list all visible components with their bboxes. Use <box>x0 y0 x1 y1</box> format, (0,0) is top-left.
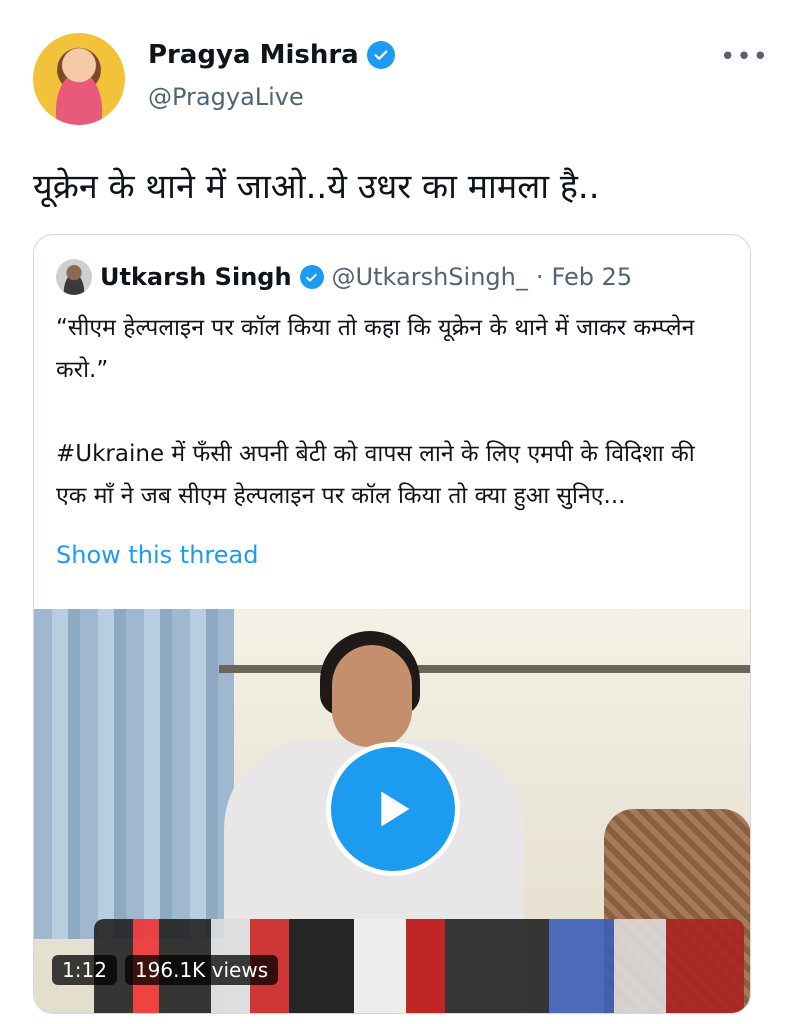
quoted-paragraph-1: “सीएम हेल्पलाइन पर कॉल किया तो कहा कि यू… <box>56 315 695 383</box>
video-scene-rail <box>219 665 750 673</box>
video-scene-curtain <box>34 609 234 939</box>
quoted-author-avatar <box>56 259 92 295</box>
quoted-paragraph-2: #Ukraine में फँसी अपनी बेटी को वापस लाने… <box>56 441 695 509</box>
author-name[interactable]: Pragya Mishra <box>148 40 359 70</box>
author-handle[interactable]: @PragyaLive <box>148 83 304 111</box>
quoted-tweet-header: Utkarsh Singh @UtkarshSingh_ · Feb 25 <box>56 257 632 297</box>
author-name-row[interactable]: Pragya Mishra <box>148 40 395 70</box>
verified-badge-icon <box>366 41 395 69</box>
play-button-icon[interactable] <box>326 742 460 876</box>
video-scene-person-face <box>332 645 412 747</box>
show-thread-link[interactable]: Show this thread <box>56 541 258 569</box>
video-badges: 1:12 196.1K views <box>52 955 279 985</box>
author-avatar[interactable] <box>33 33 125 125</box>
quoted-tweet-date: Feb 25 <box>551 263 633 291</box>
separator-dot: · <box>535 263 544 291</box>
video-player[interactable]: 1:12 196.1K views <box>34 609 750 1013</box>
video-views: 196.1K views <box>124 955 279 985</box>
quoted-tweet-text: “सीएम हेल्पलाइन पर कॉल किया तो कहा कि यू… <box>56 307 726 517</box>
quoted-author-handle: @UtkarshSingh_ <box>331 263 528 291</box>
tweet-text: यूक्रेन के थाने में जाओ..ये उधर का मामला… <box>33 167 600 207</box>
quoted-author-name: Utkarsh Singh <box>100 263 292 291</box>
quoted-verified-badge-icon <box>299 265 324 289</box>
quoted-tweet-card[interactable]: Utkarsh Singh @UtkarshSingh_ · Feb 25 “स… <box>33 234 751 1014</box>
more-options-icon[interactable]: ••• <box>720 42 769 72</box>
video-duration: 1:12 <box>52 955 117 985</box>
